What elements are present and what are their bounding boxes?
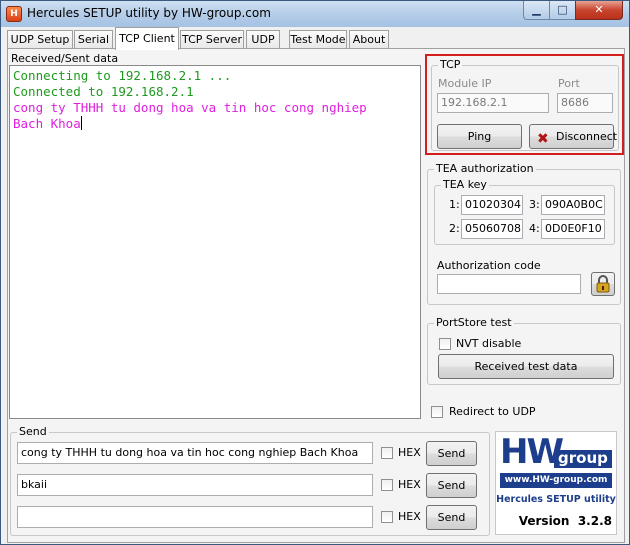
minimize-button[interactable]: ▁ xyxy=(523,1,550,20)
hex-checkbox-2[interactable] xyxy=(381,479,393,491)
x-icon: ✖ xyxy=(537,131,549,147)
tcp-group-title: TCP xyxy=(438,58,463,71)
send-group-title: Send xyxy=(17,425,49,438)
nvt-disable-checkbox[interactable] xyxy=(439,338,451,350)
hex-label: HEX xyxy=(398,446,421,459)
hex-label: HEX xyxy=(398,478,421,491)
authorization-code-label: Authorization code xyxy=(437,259,541,272)
received-test-data-button[interactable]: Received test data xyxy=(438,354,614,379)
console-line: Connecting to 192.168.2.1 ... xyxy=(13,68,232,83)
tea-key-4-field[interactable]: 0D0E0F10 xyxy=(541,219,605,239)
module-ip-field[interactable]: 192.168.2.1 xyxy=(437,93,549,113)
module-ip-label: Module IP xyxy=(438,77,492,90)
redirect-to-udp-checkbox[interactable] xyxy=(431,406,443,418)
title-bar[interactable]: H Hercules SETUP utility by HW-group.com… xyxy=(1,1,629,27)
tab-udp[interactable]: UDP xyxy=(246,30,280,49)
tea-authorization-title: TEA authorization xyxy=(434,162,536,175)
disconnect-button[interactable]: ✖ Disconnect xyxy=(529,124,618,149)
lock-button[interactable] xyxy=(591,272,615,296)
tea-key-3-field[interactable]: 090A0B0C xyxy=(541,195,605,215)
send-input-3[interactable] xyxy=(17,506,373,528)
send-button-1[interactable]: Send xyxy=(426,441,477,466)
send-button-2[interactable]: Send xyxy=(426,473,477,498)
logo-hw-text: HW xyxy=(500,432,564,472)
console-line-text: Bach Khoa xyxy=(13,116,81,131)
tea-key-number: 4: xyxy=(529,222,540,235)
tea-key-number: 1: xyxy=(449,198,460,211)
received-data-area[interactable]: Connecting to 192.168.2.1 ... Connected … xyxy=(9,65,421,419)
tab-about[interactable]: About xyxy=(349,30,389,49)
send-button-3[interactable]: Send xyxy=(426,505,477,530)
port-field[interactable]: 8686 xyxy=(557,93,613,113)
tab-test-mode[interactable]: Test Mode xyxy=(289,30,347,49)
console-line: Connected to 192.168.2.1 xyxy=(13,84,194,99)
tea-key-number: 3: xyxy=(529,198,540,211)
logo-url: www.HW-group.com xyxy=(504,475,608,485)
portstore-test-title: PortStore test xyxy=(434,316,514,329)
logo-version: Version 3.2.8 xyxy=(518,514,612,528)
logo-product: Hercules SETUP utility xyxy=(496,494,616,505)
console-line: Bach Khoa xyxy=(13,116,420,132)
maximize-button[interactable]: □ xyxy=(549,1,576,20)
tab-tcp-client[interactable]: TCP Client xyxy=(115,27,179,50)
window-title: Hercules SETUP utility by HW-group.com xyxy=(27,6,271,20)
tea-key-number: 2: xyxy=(449,222,460,235)
console-line: cong ty THHH tu dong hoa va tin hoc cong… xyxy=(13,100,367,115)
app-window: H Hercules SETUP utility by HW-group.com… xyxy=(0,0,630,545)
redirect-to-udp-label: Redirect to UDP xyxy=(449,405,536,418)
received-sent-label: Received/Sent data xyxy=(11,52,119,65)
authorization-code-field[interactable] xyxy=(437,274,581,294)
tab-serial[interactable]: Serial xyxy=(74,30,113,49)
send-input-1[interactable]: cong ty THHH tu dong hoa va tin hoc cong… xyxy=(17,442,373,464)
tea-key-title: TEA key xyxy=(441,178,489,191)
disconnect-label: Disconnect xyxy=(556,130,618,143)
lock-icon xyxy=(596,275,610,293)
send-input-2[interactable]: bkaii xyxy=(17,474,373,496)
port-label: Port xyxy=(558,77,580,90)
ping-button[interactable]: Ping xyxy=(437,124,522,149)
text-caret xyxy=(80,116,82,130)
app-icon: H xyxy=(6,6,22,22)
hw-group-logo: HW group www.HW-group.com Hercules SETUP… xyxy=(495,431,617,535)
tab-tcp-server[interactable]: TCP Server xyxy=(180,30,244,49)
nvt-disable-label: NVT disable xyxy=(456,337,522,350)
logo-group-text: group xyxy=(558,449,608,467)
close-button[interactable]: ✕ xyxy=(575,1,623,20)
tea-key-2-field[interactable]: 05060708 xyxy=(461,219,523,239)
hex-checkbox-1[interactable] xyxy=(381,447,393,459)
tab-udp-setup[interactable]: UDP Setup xyxy=(7,30,73,49)
hex-label: HEX xyxy=(398,510,421,523)
hex-checkbox-3[interactable] xyxy=(381,511,393,523)
tea-key-1-field[interactable]: 01020304 xyxy=(461,195,523,215)
